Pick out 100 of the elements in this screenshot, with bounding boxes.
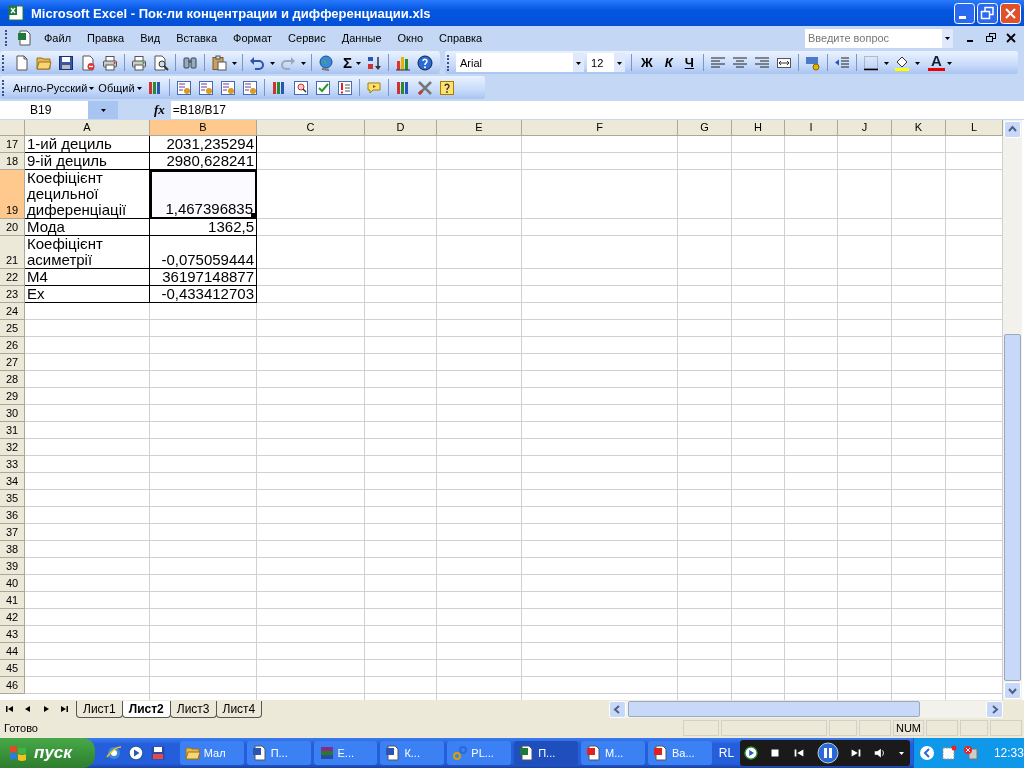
menu-item[interactable]: Файл <box>36 30 80 46</box>
taskbar-button[interactable]: PL... <box>447 741 512 765</box>
help-search-field[interactable]: Введите вопрос <box>805 28 942 48</box>
device-error-icon[interactable] <box>962 745 979 761</box>
row-header[interactable]: 27 <box>0 354 25 371</box>
menu-item[interactable]: Формат <box>225 30 281 46</box>
menu-item[interactable]: Справка <box>431 30 491 46</box>
column-header[interactable]: I <box>785 120 838 136</box>
taskbar-button[interactable]: E... <box>313 741 378 765</box>
chevron-left-icon[interactable] <box>918 745 935 761</box>
page-printer-icon[interactable] <box>102 54 118 71</box>
scrollbar-thumb[interactable] <box>628 701 920 717</box>
language-indicator[interactable]: RL <box>718 746 735 760</box>
checklist-icon[interactable] <box>314 79 331 96</box>
mode-dropdown[interactable]: Общий <box>98 81 135 94</box>
page-stop-icon[interactable] <box>80 54 96 71</box>
bar-chart-icon[interactable] <box>395 54 411 71</box>
menu-item[interactable]: Данные <box>333 30 390 46</box>
row-header[interactable]: 35 <box>0 490 25 507</box>
books-icon[interactable] <box>146 79 163 96</box>
menu-item[interactable]: Сервис <box>280 30 334 46</box>
page-search-icon[interactable] <box>292 79 309 96</box>
speech-bubble-icon[interactable] <box>365 79 382 96</box>
row-header[interactable]: 42 <box>0 609 25 626</box>
row-header[interactable]: 37 <box>0 524 25 541</box>
taskbar-button[interactable]: П... <box>246 741 311 765</box>
underline-button[interactable]: Ч <box>678 55 700 70</box>
row-header[interactable]: 40 <box>0 575 25 592</box>
help-note-icon[interactable] <box>438 79 455 96</box>
row-header[interactable]: 33 <box>0 456 25 473</box>
fill-bucket-icon[interactable] <box>893 54 910 71</box>
indent-icon[interactable] <box>833 54 850 71</box>
excel-page-icon[interactable] <box>17 30 33 46</box>
row-header[interactable]: 19 <box>0 170 25 219</box>
floppy-icon[interactable] <box>149 745 166 761</box>
scrollbar-thumb[interactable] <box>1004 334 1021 681</box>
column-header[interactable]: A <box>25 120 150 136</box>
row-header[interactable]: 39 <box>0 558 25 575</box>
media-player-icon[interactable] <box>744 746 759 760</box>
scroll-up-icon[interactable] <box>1004 121 1021 138</box>
tools-icon[interactable] <box>416 79 433 96</box>
taskbar-button[interactable]: Мал <box>179 741 244 765</box>
last-sheet-icon[interactable] <box>58 703 70 715</box>
books-icon[interactable] <box>394 79 411 96</box>
folder-icon[interactable] <box>184 745 201 761</box>
name-box[interactable]: B19 <box>0 101 118 119</box>
font-size-select[interactable]: 12 <box>587 53 625 72</box>
border-icon[interactable] <box>862 54 879 71</box>
page-icon[interactable] <box>14 54 30 71</box>
column-header[interactable]: L <box>946 120 1003 136</box>
scroll-right-icon[interactable] <box>986 700 1003 718</box>
word-page-icon[interactable] <box>385 745 402 761</box>
browser-icon[interactable] <box>105 745 122 761</box>
row-header[interactable]: 45 <box>0 660 25 677</box>
books-icon[interactable] <box>270 79 287 96</box>
scroll-down-icon[interactable] <box>1004 682 1021 699</box>
media-player-icon[interactable] <box>127 745 144 761</box>
volume-icon[interactable] <box>872 746 887 760</box>
sort-arrow-icon[interactable] <box>366 54 382 71</box>
network-icon[interactable] <box>940 745 957 761</box>
font-select[interactable]: Arial <box>456 53 584 72</box>
align-center-icon[interactable] <box>731 54 748 71</box>
row-header[interactable]: 22 <box>0 269 25 286</box>
language-dropdown[interactable]: Англо-Русский <box>13 81 88 94</box>
align-right-icon[interactable] <box>753 54 770 71</box>
magnifier-page-icon[interactable] <box>153 54 169 71</box>
column-header[interactable]: H <box>732 120 785 136</box>
folder-icon[interactable] <box>36 54 52 71</box>
row-header[interactable]: 28 <box>0 371 25 388</box>
taskbar-button[interactable]: М... <box>581 741 645 765</box>
row-header[interactable]: 17 <box>0 136 25 153</box>
pdf-page-icon[interactable] <box>586 745 603 761</box>
sheet-tab[interactable]: Лист4 <box>215 700 263 718</box>
help-icon[interactable] <box>417 54 433 71</box>
money-icon[interactable] <box>804 54 821 71</box>
menu-item[interactable]: Вид <box>132 30 169 46</box>
globe-link-icon[interactable] <box>318 54 334 71</box>
font-color-button[interactable]: A <box>927 54 945 71</box>
column-header[interactable]: B <box>150 120 257 136</box>
row-header[interactable]: 34 <box>0 473 25 490</box>
clipboard-icon[interactable] <box>211 54 227 71</box>
align-left-icon[interactable] <box>709 54 726 71</box>
row-header[interactable]: 43 <box>0 626 25 643</box>
row-header[interactable]: 18 <box>0 153 25 170</box>
column-header[interactable]: E <box>437 120 522 136</box>
italic-button[interactable]: К <box>658 55 679 70</box>
row-header[interactable]: 29 <box>0 388 25 405</box>
first-sheet-icon[interactable] <box>4 703 16 715</box>
row-header[interactable]: 25 <box>0 320 25 337</box>
bold-button[interactable]: Ж <box>635 55 659 70</box>
binoculars-icon[interactable] <box>182 54 198 71</box>
column-header[interactable]: D <box>365 120 437 136</box>
sheet-gear-icon[interactable] <box>175 79 192 96</box>
column-header[interactable]: C <box>257 120 365 136</box>
scroll-left-icon[interactable] <box>609 700 626 718</box>
sheet-tab[interactable]: Лист1 <box>76 700 123 718</box>
row-header[interactable]: 38 <box>0 541 25 558</box>
sheet-gear-icon[interactable] <box>241 79 258 96</box>
row-header[interactable]: 44 <box>0 643 25 660</box>
menu-item[interactable]: Правка <box>79 30 133 46</box>
